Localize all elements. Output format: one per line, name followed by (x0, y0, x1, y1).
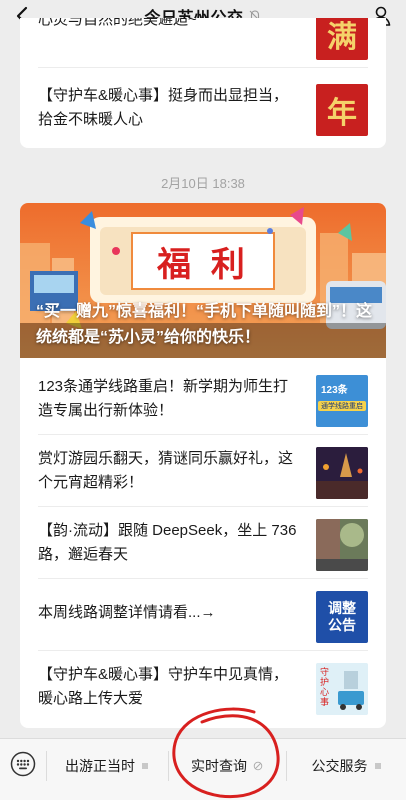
banner-caption: “买一赠九”惊喜福利！“手机下单随叫随到”！这统统都是“苏小灵”给你的快乐！ (36, 303, 373, 346)
article-title: 【韵·流动】跟随 DeepSeek，坐上 736路，邂逅春天 (38, 522, 297, 563)
banner-headline: 福 利 (157, 244, 249, 285)
article-title: 赏灯游园乐翻天，猜谜同乐赢好礼，这个元宵超精彩！ (38, 450, 294, 491)
menu-tab-label: 实时查询 (191, 758, 247, 774)
thumbnail-char: 满 (327, 20, 357, 55)
thumbnail-char: 年 (327, 96, 357, 131)
list-item[interactable]: 【韵·流动】跟随 DeepSeek，坐上 736路，邂逅春天 (20, 507, 386, 579)
thumbnail-line2: 公告 (328, 617, 356, 633)
bottom-menu: 出游正当时 实时查询 公交服务 (0, 738, 406, 800)
article-thumbnail (316, 447, 368, 499)
article-card-previous: 心灵与自然的绝美邂逅~ 满 【守护车&暖心事】挺身而出显担当，拾金不昧暖人心 年 (20, 18, 386, 148)
submenu-lines-icon (142, 763, 148, 769)
article-card: 福 利 “买一赠九”惊喜福利！“手机下单随叫随到”！这统统都是“苏小灵”给你的快… (20, 203, 386, 728)
lantern-night-image (316, 447, 368, 499)
article-title: 123条通学线路重启！新学期为师生打造专属出行新体验！ (38, 378, 289, 419)
article-title: 本周线路调整详情请看...→ (38, 604, 216, 621)
article-thumbnail: 守护心事 (316, 663, 368, 715)
thumbnail-subtitle: 通学线路重启 (318, 401, 366, 411)
menu-tab-realtime-query[interactable]: 实时查询 (169, 755, 285, 777)
list-item[interactable]: 本周线路调整详情请看...→ 调整 公告 (20, 579, 386, 651)
list-item[interactable]: 【守护车&暖心事】挺身而出显担当，拾金不昧暖人心 年 (20, 72, 386, 144)
thumbnail-tag: 123条 (321, 385, 348, 396)
article-title: 【守护车&暖心事】挺身而出显担当，拾金不昧暖人心 (38, 87, 289, 128)
menu-tab-bus-service[interactable]: 公交服务 (287, 755, 406, 777)
message-timestamp: 2月10日 18:38 (161, 176, 245, 191)
article-thumbnail: 年 (316, 84, 368, 136)
list-item[interactable]: 赏灯游园乐翻天，猜谜同乐赢好礼，这个元宵超精彩！ (20, 435, 386, 507)
menu-tab-travel[interactable]: 出游正当时 (47, 755, 167, 777)
article-thumbnail (316, 519, 368, 571)
submenu-lines-icon (374, 763, 381, 769)
list-item[interactable]: 123条通学线路重启！新学期为师生打造专属出行新体验！ 123条 通学线路重启 (20, 363, 386, 435)
thumbnail-vertical-text: 守护心事 (320, 667, 330, 707)
divider (38, 67, 368, 68)
list-item[interactable]: 【守护车&暖心事】守护车中见真情，暖心路上传大爱 守护心事 (20, 651, 386, 723)
article-thumbnail: 满 (316, 18, 368, 60)
article-thumbnail: 调整 公告 (316, 591, 368, 643)
article-thumbnail: 123条 通学线路重启 (316, 375, 368, 427)
thumbnail-line1: 调整 (328, 600, 356, 616)
link-icon (253, 761, 263, 771)
menu-tab-label: 公交服务 (311, 758, 368, 774)
keyboard-icon[interactable] (10, 751, 36, 777)
menu-tab-label: 出游正当时 (65, 758, 135, 774)
article-title: 心灵与自然的绝美邂逅~ (38, 18, 197, 28)
banner-image[interactable]: 福 利 “买一赠九”惊喜福利！“手机下单随叫随到”！这统统都是“苏小灵”给你的快… (20, 203, 386, 358)
article-title: 【守护车&暖心事】守护车中见真情，暖心路上传大爱 (38, 666, 289, 707)
spring-street-image (316, 519, 368, 571)
list-item[interactable]: 心灵与自然的绝美邂逅~ 满 (20, 18, 386, 68)
